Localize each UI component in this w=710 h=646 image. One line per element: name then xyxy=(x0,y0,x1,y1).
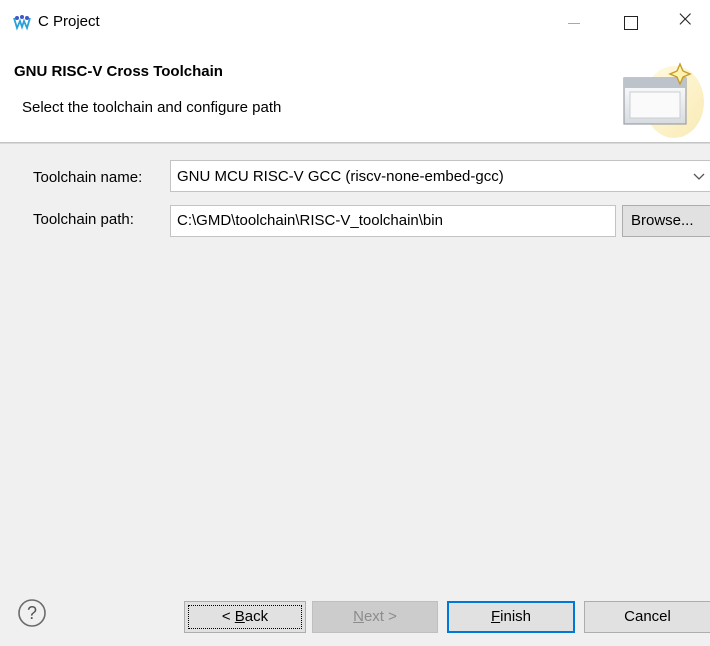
gowin-logo-icon xyxy=(12,13,32,33)
close-button[interactable]: × xyxy=(658,0,710,46)
back-button[interactable]: < Back xyxy=(184,601,306,633)
chevron-down-icon[interactable] xyxy=(688,165,710,187)
svg-text:?: ? xyxy=(27,603,37,623)
next-button-label: Next > xyxy=(353,608,397,625)
cancel-button-label: Cancel xyxy=(624,608,671,625)
browse-button[interactable]: Browse... xyxy=(622,205,710,237)
focus-ring xyxy=(188,605,302,629)
help-icon[interactable]: ? xyxy=(16,597,48,629)
finish-button[interactable]: Finish xyxy=(447,601,575,633)
toolchain-name-label: Toolchain name: xyxy=(33,169,143,186)
page-title: GNU RISC-V Cross Toolchain xyxy=(14,63,223,80)
toolchain-name-value: GNU MCU RISC-V GCC (riscv-none-embed-gcc… xyxy=(177,168,504,185)
finish-button-label: Finish xyxy=(490,608,532,625)
cancel-button[interactable]: Cancel xyxy=(584,601,710,633)
next-button[interactable]: Next > xyxy=(312,601,438,633)
window-title: C Project xyxy=(38,13,100,30)
maximize-button[interactable] xyxy=(604,0,656,46)
toolchain-path-label: Toolchain path: xyxy=(33,211,134,228)
close-icon: × xyxy=(676,7,695,32)
toolchain-path-value: C:\GMD\toolchain\RISC-V_toolchain\bin xyxy=(177,212,443,229)
minimize-button[interactable] xyxy=(548,0,600,46)
toolchain-name-select[interactable]: GNU MCU RISC-V GCC (riscv-none-embed-gcc… xyxy=(170,160,710,192)
browse-button-label: Browse... xyxy=(631,212,694,229)
wizard-banner-icon xyxy=(620,56,706,142)
toolchain-path-field[interactable]: C:\GMD\toolchain\RISC-V_toolchain\bin xyxy=(170,205,616,237)
wizard-header xyxy=(0,46,710,144)
page-description: Select the toolchain and configure path xyxy=(22,99,282,116)
